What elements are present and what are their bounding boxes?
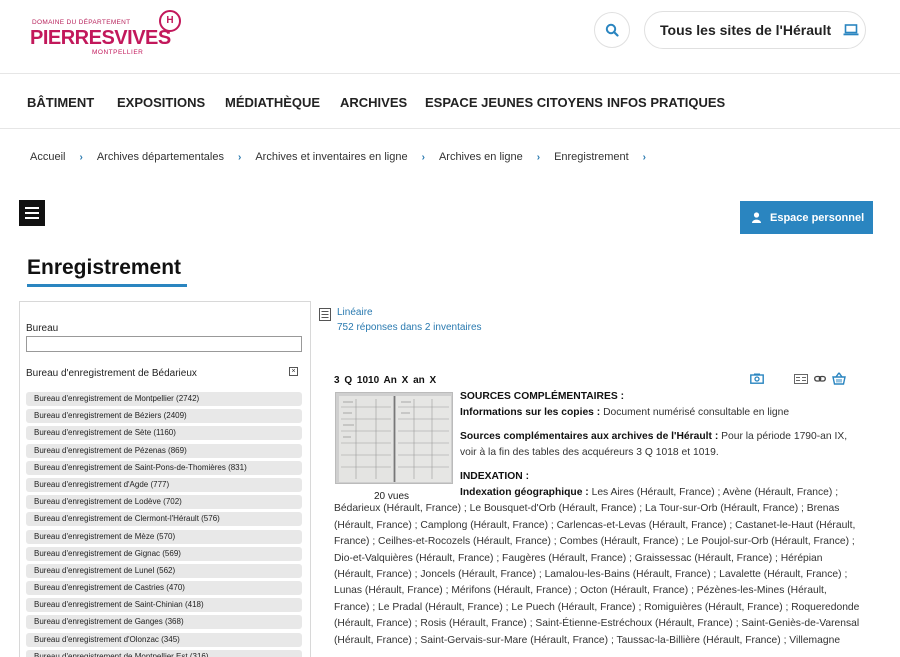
search-icon — [605, 23, 619, 37]
facet-item[interactable]: Bureau d'enregistrement de Mèze (570) — [26, 529, 302, 544]
chevron-right-icon: › — [642, 151, 646, 163]
record-title[interactable]: 3 Q 1010 An X an X — [334, 375, 436, 386]
facet-selected-group: Bureau d'enregistrement de Bédarieux — [26, 368, 197, 379]
facet-item[interactable]: Bureau d'enregistrement de Béziers (2409… — [26, 409, 302, 424]
user-icon — [752, 212, 761, 223]
facet-item[interactable]: Bureau d'enregistrement de Lunel (562) — [26, 563, 302, 578]
sources-heading: SOURCES COMPLÉMENTAIRES : — [460, 391, 624, 402]
facet-item[interactable]: Bureau d'enregistrement d'Olonzac (345) — [26, 632, 302, 647]
nav-espace-jeunes[interactable]: ESPACE JEUNES CITOYENS — [425, 95, 603, 110]
nav-infos-pratiques[interactable]: INFOS PRATIQUES — [607, 95, 725, 110]
nav-batiment[interactable]: BÂTIMENT — [27, 95, 94, 110]
facet-item[interactable]: Bureau d'enregistrement de Clermont-l'Hé… — [26, 512, 302, 527]
facet-item[interactable]: Bureau d'enregistrement de Saint-Pons-de… — [26, 460, 302, 475]
breadcrumb: Accueil › Archives départementales › Archi… — [30, 151, 660, 163]
breadcrumb-item[interactable]: Archives et inventaires en ligne — [255, 151, 407, 163]
all-sites-label: Tous les sites de l'Hérault — [660, 22, 832, 38]
page-title: Enregistrement — [27, 256, 182, 279]
nav-archives[interactable]: ARCHIVES — [340, 95, 407, 110]
facet-item[interactable]: Bureau d'enregistrement de Lodève (702) — [26, 495, 302, 510]
chevron-right-icon: › — [238, 151, 242, 163]
facet-item[interactable]: Bureau d'enregistrement de Montpellier (… — [26, 392, 302, 406]
menu-toggle-button[interactable] — [19, 200, 45, 226]
copies-label: Informations sur les copies : — [460, 407, 601, 419]
indexation-heading: INDEXATION : — [460, 470, 530, 482]
geo-value: Les Aires (Hérault, France) ; Avène (Hér… — [334, 487, 860, 646]
breadcrumb-item[interactable]: Accueil — [30, 151, 65, 163]
espace-personnel-label: Espace personnel — [770, 211, 865, 224]
facet-item[interactable]: Bureau d'enregistrement de Montpellier E… — [26, 649, 302, 657]
camera-icon[interactable] — [750, 373, 764, 384]
facet-item[interactable]: Bureau d'enregistrement de Gignac (569) — [26, 546, 302, 561]
logo-tagline: DOMAINE DU DÉPARTEMENT — [32, 19, 131, 26]
facet-list: Bureau d'enregistrement de Montpellier (… — [26, 392, 302, 657]
logo-mark-icon: H — [159, 10, 181, 32]
record-description: SOURCES COMPLÉMENTAIRES : Informations s… — [334, 389, 864, 649]
laptop-icon — [843, 24, 859, 36]
facet-item[interactable]: Bureau d'enregistrement de Saint-Chinian… — [26, 598, 302, 613]
list-view-icon[interactable] — [319, 308, 331, 321]
logo-city: MONTPELLIER — [92, 49, 144, 56]
link-icon[interactable] — [814, 375, 826, 383]
breadcrumb-current[interactable]: Enregistrement — [554, 151, 629, 163]
copies-value: Document numérisé consultable en ligne — [603, 407, 790, 419]
facet-item[interactable]: Bureau d'enregistrement de Sète (1160) — [26, 426, 302, 441]
pierresvives-logo[interactable]: DOMAINE DU DÉPARTEMENT PIERRESVIVES MONT… — [30, 10, 190, 62]
notice-icon[interactable] — [794, 373, 808, 384]
chevron-right-icon: › — [421, 151, 425, 163]
facet-item[interactable]: Bureau d'enregistrement de Pézenas (869) — [26, 443, 302, 458]
hamburger-icon — [25, 207, 39, 209]
nav-mediatheque[interactable]: MÉDIATHÈQUE — [225, 95, 320, 110]
close-icon[interactable]: × — [289, 367, 298, 376]
espace-personnel-button[interactable]: Espace personnel — [740, 201, 873, 234]
breadcrumb-item[interactable]: Archives en ligne — [439, 151, 523, 163]
main-nav: BÂTIMENT EXPOSITIONS MÉDIATHÈQUE ARCHIVE… — [0, 75, 900, 129]
chevron-right-icon: › — [536, 151, 541, 163]
title-underline — [27, 284, 187, 287]
basket-icon[interactable] — [832, 372, 846, 385]
facet-item[interactable]: Bureau d'enregistrement de Castries (470… — [26, 581, 302, 596]
sources-label: Sources complémentaires aux archives de … — [460, 430, 719, 442]
geo-label: Indexation géographique : — [460, 487, 589, 499]
view-mode-link[interactable]: Linéaire — [337, 307, 373, 318]
record-actions — [750, 372, 846, 385]
logo-wordmark: PIERRESVIVES — [30, 27, 171, 49]
search-button[interactable] — [594, 12, 630, 48]
nav-expositions[interactable]: EXPOSITIONS — [117, 95, 205, 110]
all-sites-button[interactable]: Tous les sites de l'Hérault — [644, 11, 866, 49]
breadcrumb-item[interactable]: Archives départementales — [97, 151, 224, 163]
chevron-right-icon: › — [79, 151, 83, 163]
site-header: DOMAINE DU DÉPARTEMENT PIERRESVIVES MONT… — [0, 0, 900, 74]
facet-panel: Bureau Bureau d'enregistrement de Bédari… — [19, 301, 311, 657]
results-count: 752 réponses dans 2 inventaires — [337, 322, 482, 333]
facet-item[interactable]: Bureau d'enregistrement d'Agde (777) — [26, 477, 302, 492]
facet-item[interactable]: Bureau d'enregistrement de Ganges (368) — [26, 615, 302, 630]
facet-label: Bureau — [26, 323, 59, 334]
bureau-filter-input[interactable] — [26, 336, 302, 352]
